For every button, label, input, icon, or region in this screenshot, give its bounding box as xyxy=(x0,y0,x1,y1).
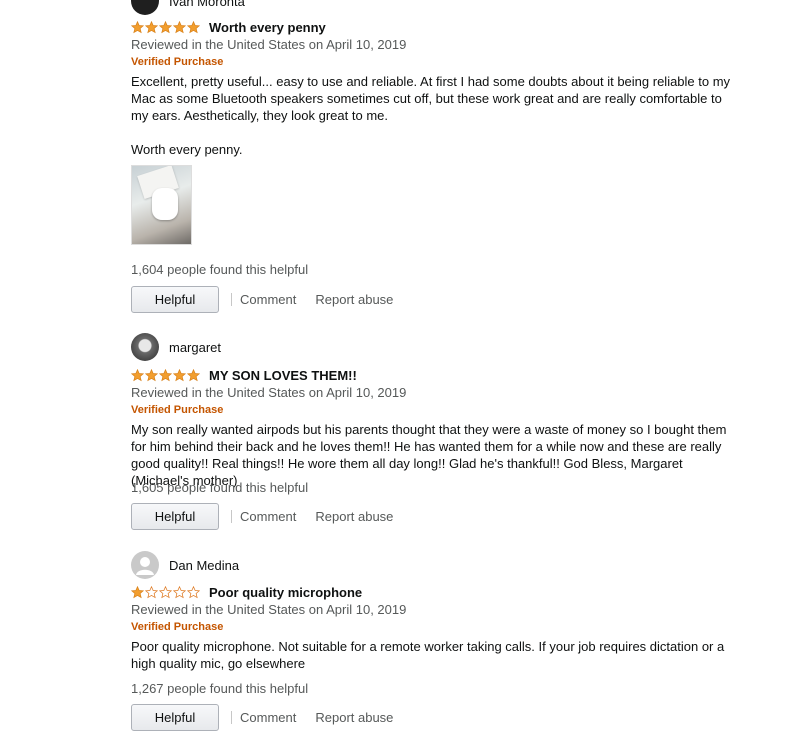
helpful-count: 1,604 people found this helpful xyxy=(131,262,309,277)
star-filled-icon xyxy=(159,368,172,381)
helpful-count: 1,267 people found this helpful xyxy=(131,681,309,696)
comment-link[interactable]: Comment xyxy=(240,292,296,307)
review-actions: Helpful Comment Report abuse xyxy=(131,285,393,313)
star-empty-icon xyxy=(159,585,172,598)
divider xyxy=(231,509,232,523)
star-filled-icon xyxy=(145,368,158,381)
person-icon xyxy=(136,557,154,575)
review-title[interactable]: Poor quality microphone xyxy=(209,585,362,600)
report-abuse-link[interactable]: Report abuse xyxy=(315,710,393,725)
helpful-button[interactable]: Helpful xyxy=(131,502,219,530)
star-filled-icon xyxy=(159,20,172,33)
review-body: Poor quality microphone. Not suitable fo… xyxy=(131,638,741,672)
review-date: Reviewed in the United States on April 1… xyxy=(131,37,407,52)
divider xyxy=(231,710,232,724)
star-rating xyxy=(131,585,200,599)
reviewer-name[interactable]: Dan Medina xyxy=(169,558,239,573)
review-title[interactable]: Worth every penny xyxy=(209,20,326,35)
review-paragraph: Poor quality microphone. Not suitable fo… xyxy=(131,639,725,671)
star-filled-icon xyxy=(145,20,158,33)
reviewer-profile[interactable]: margaret xyxy=(131,333,221,361)
default-avatar-icon[interactable] xyxy=(131,551,159,579)
star-filled-icon xyxy=(173,368,186,381)
star-filled-icon xyxy=(131,585,144,598)
star-filled-icon xyxy=(187,20,200,33)
helpful-button[interactable]: Helpful xyxy=(131,285,219,313)
verified-purchase-badge: Verified Purchase xyxy=(131,404,224,416)
reviewer-name[interactable]: margaret xyxy=(169,340,221,355)
star-filled-icon xyxy=(131,20,144,33)
review-title[interactable]: MY SON LOVES THEM!! xyxy=(209,368,357,383)
report-abuse-link[interactable]: Report abuse xyxy=(315,509,393,524)
review-paragraph: My son really wanted airpods but his par… xyxy=(131,422,727,488)
report-abuse-link[interactable]: Report abuse xyxy=(315,292,393,307)
review-actions: Helpful Comment Report abuse xyxy=(131,703,393,731)
reviewer-profile[interactable]: Ivan Moronta xyxy=(131,0,245,15)
review-date: Reviewed in the United States on April 1… xyxy=(131,385,407,400)
comment-link[interactable]: Comment xyxy=(240,509,296,524)
star-rating xyxy=(131,20,200,34)
star-empty-icon xyxy=(173,585,186,598)
star-empty-icon xyxy=(187,585,200,598)
review-paragraph: Worth every penny. xyxy=(131,142,243,157)
review-body: My son really wanted airpods but his par… xyxy=(131,421,741,489)
star-empty-icon xyxy=(145,585,158,598)
comment-link[interactable]: Comment xyxy=(240,710,296,725)
helpful-count: 1,605 people found this helpful xyxy=(131,480,309,495)
airpods-case-image xyxy=(152,188,178,220)
star-filled-icon xyxy=(131,368,144,381)
review-actions: Helpful Comment Report abuse xyxy=(131,502,393,530)
verified-purchase-badge: Verified Purchase xyxy=(131,621,224,633)
review-title-row: Worth every penny xyxy=(131,18,326,36)
verified-purchase-badge: Verified Purchase xyxy=(131,56,224,68)
avatar[interactable] xyxy=(131,0,159,15)
helpful-button[interactable]: Helpful xyxy=(131,703,219,731)
avatar[interactable] xyxy=(131,333,159,361)
star-filled-icon xyxy=(187,368,200,381)
review-paragraph: Excellent, pretty useful... easy to use … xyxy=(131,74,731,123)
reviewer-name[interactable]: Ivan Moronta xyxy=(169,0,245,9)
review-title-row: Poor quality microphone xyxy=(131,583,362,601)
review-title-row: MY SON LOVES THEM!! xyxy=(131,366,357,384)
star-rating xyxy=(131,368,200,382)
review-image-thumbnail[interactable] xyxy=(131,165,192,245)
star-filled-icon xyxy=(173,20,186,33)
review-body: Excellent, pretty useful... easy to use … xyxy=(131,73,741,158)
reviewer-profile[interactable]: Dan Medina xyxy=(131,551,239,579)
review-date: Reviewed in the United States on April 1… xyxy=(131,602,407,617)
divider xyxy=(231,292,232,306)
